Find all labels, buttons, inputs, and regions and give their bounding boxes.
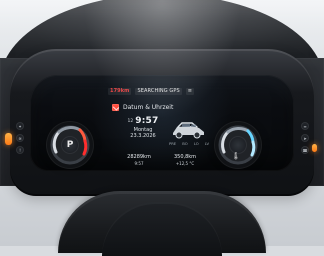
outside-temperature: +12,5 °C [175,161,195,166]
range: 350,8km [173,154,197,160]
gps-status: SEARCHING GPS [135,87,182,95]
menu-icon: ≡ [301,122,309,130]
screen-title-row: Datum & Uhrzeit [112,102,182,112]
car-indicator-3: LO [193,142,199,146]
current-time: 9:57 [135,116,159,126]
car-indicator-4: LV [204,142,209,146]
right-control-icons: ≡ ➤ ☎ [296,122,314,164]
left-gauge: P [46,121,94,169]
car-indicator-1: PRE [169,142,177,146]
car-panel [168,117,208,141]
left-control-icons: ✦ ≋ ! [11,122,29,164]
calendar-icon [112,103,119,111]
right-orange-light [312,144,317,152]
steering-wheel [58,191,266,256]
fog-icon: ≋ [16,134,24,142]
odometer-block: 28289km 9:57 [120,154,158,166]
time-prefix: 12 [127,119,134,124]
range-status: 179km [108,87,132,95]
photo-scene: 179km SEARCHING GPS ≡ Datum & Uhrzeit 12… [0,0,324,256]
status-menu: ≡ [185,87,195,95]
car-indicator-2: BO [182,142,188,146]
nav-icon: ➤ [301,134,309,142]
temperature-icon: 🌡 [231,152,241,160]
gear-display: P [61,136,79,154]
car-sub-indicators: PRE BO LO LV [169,141,209,147]
top-status-bar: 179km SEARCHING GPS ≡ [108,87,198,95]
bottom-clock: 9:57 [134,161,144,166]
right-gauge [214,121,262,169]
warning-icon: ! [16,146,24,154]
car-icon [173,122,204,139]
time-date-block: 12 9:57 Montag 23.3.2026 [117,116,169,147]
screen-title: Datum & Uhrzeit [123,103,174,111]
odometer: 28289km [127,154,151,160]
time-row: 12 9:57 [117,116,169,126]
light-icon: ✦ [16,122,24,130]
range-temp-block: 350,8km +12,5 °C [166,154,204,166]
left-orange-light [5,133,12,145]
bottom-info: 28289km 9:57 350,8km +12,5 °C [120,154,204,170]
gear-indicator: P [66,140,74,150]
phone-icon: ☎ [301,146,309,154]
date: 23.3.2026 [130,133,156,139]
